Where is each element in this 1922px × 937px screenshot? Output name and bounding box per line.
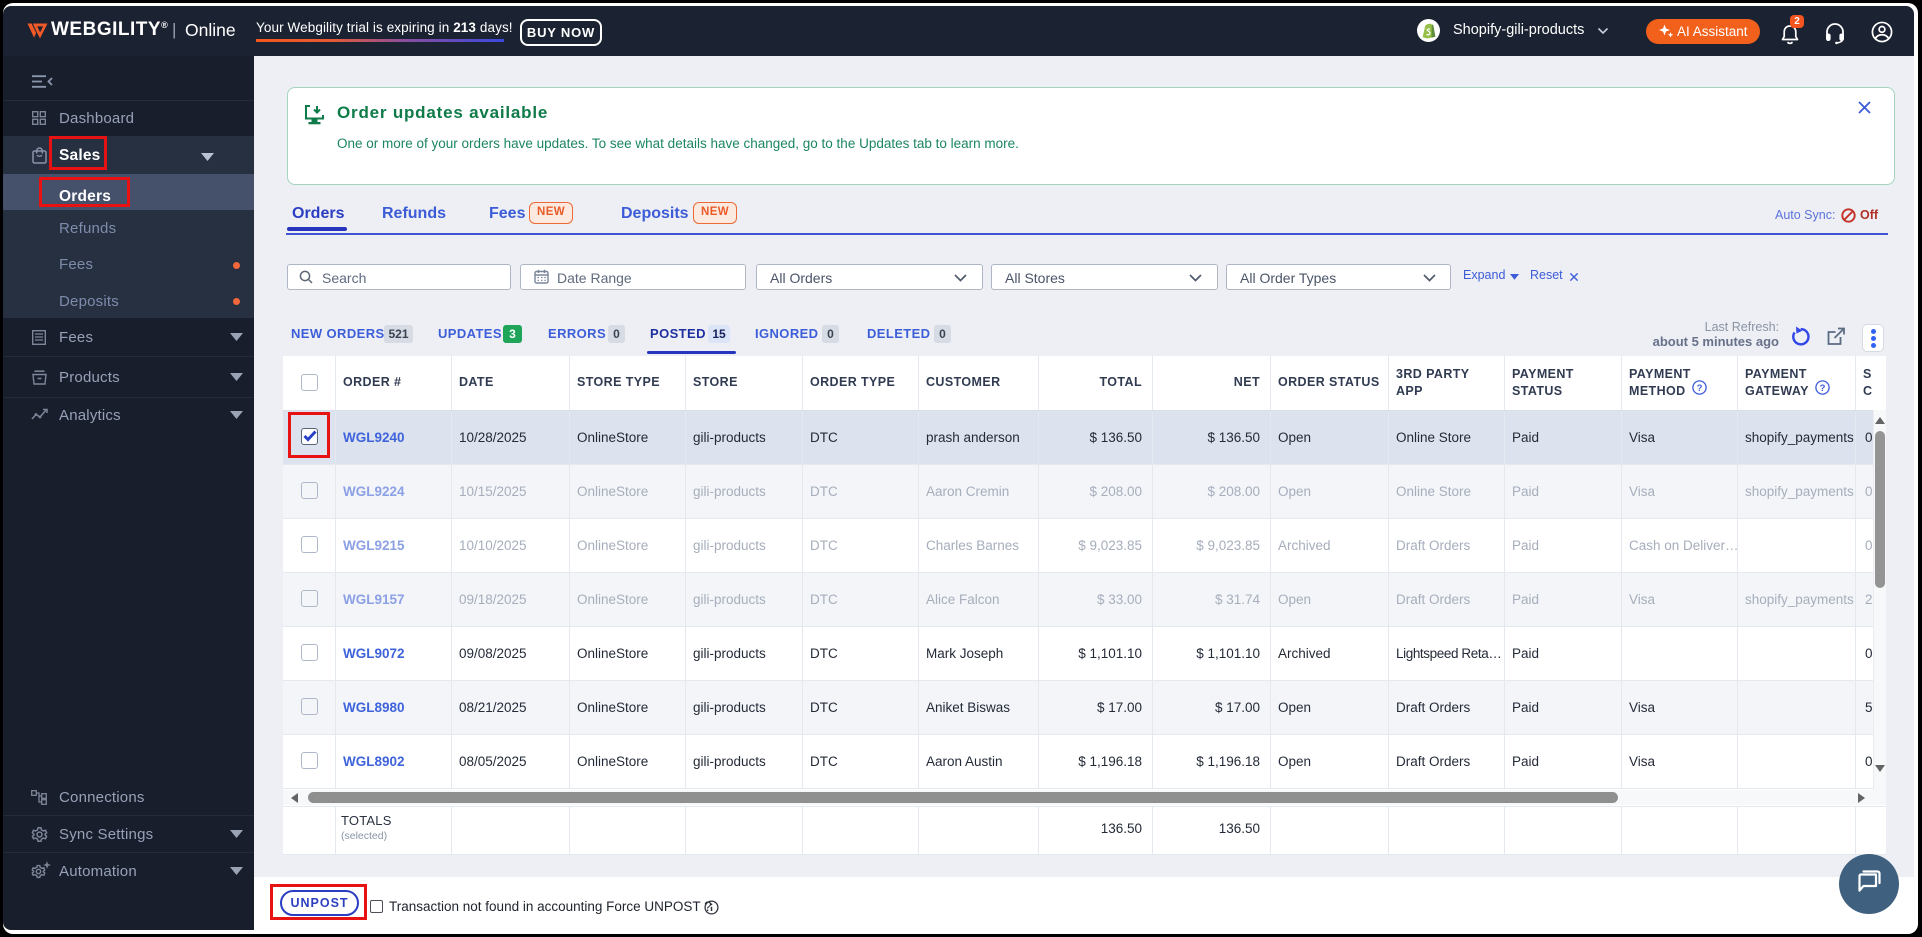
- svg-text:?: ?: [1697, 383, 1703, 394]
- svg-text:?: ?: [1820, 383, 1826, 394]
